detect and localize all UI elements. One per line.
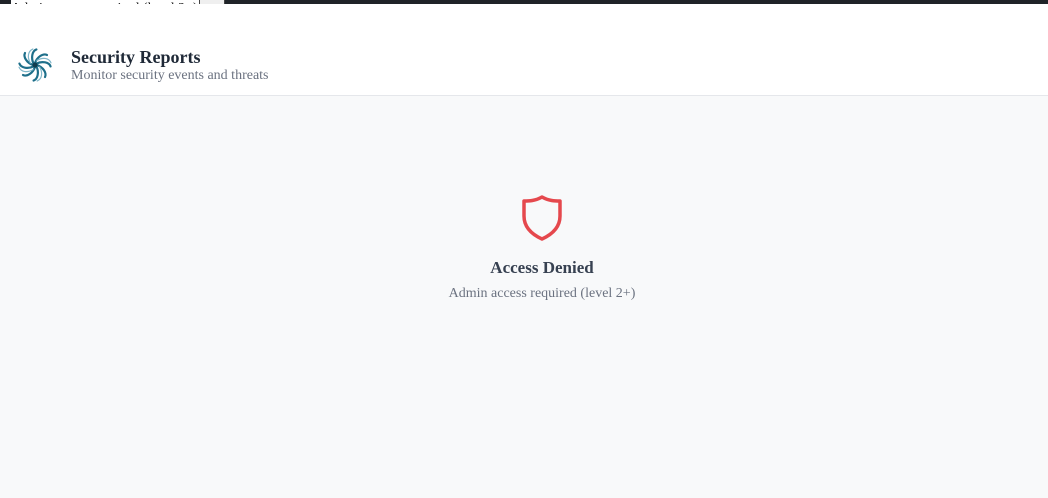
access-denied-title: Access Denied <box>490 258 594 277</box>
access-denied-message: Admin access required (level 2+) <box>448 286 636 301</box>
pinwheel-logo-icon <box>18 48 52 82</box>
shield-icon <box>522 195 562 241</box>
page-subtitle: Monitor security events and threats <box>71 68 269 83</box>
page-header: Security Reports Monitor security events… <box>0 4 1048 96</box>
page-title: Security Reports <box>71 47 201 67</box>
main-content: Access Denied Admin access required (lev… <box>0 96 1048 498</box>
